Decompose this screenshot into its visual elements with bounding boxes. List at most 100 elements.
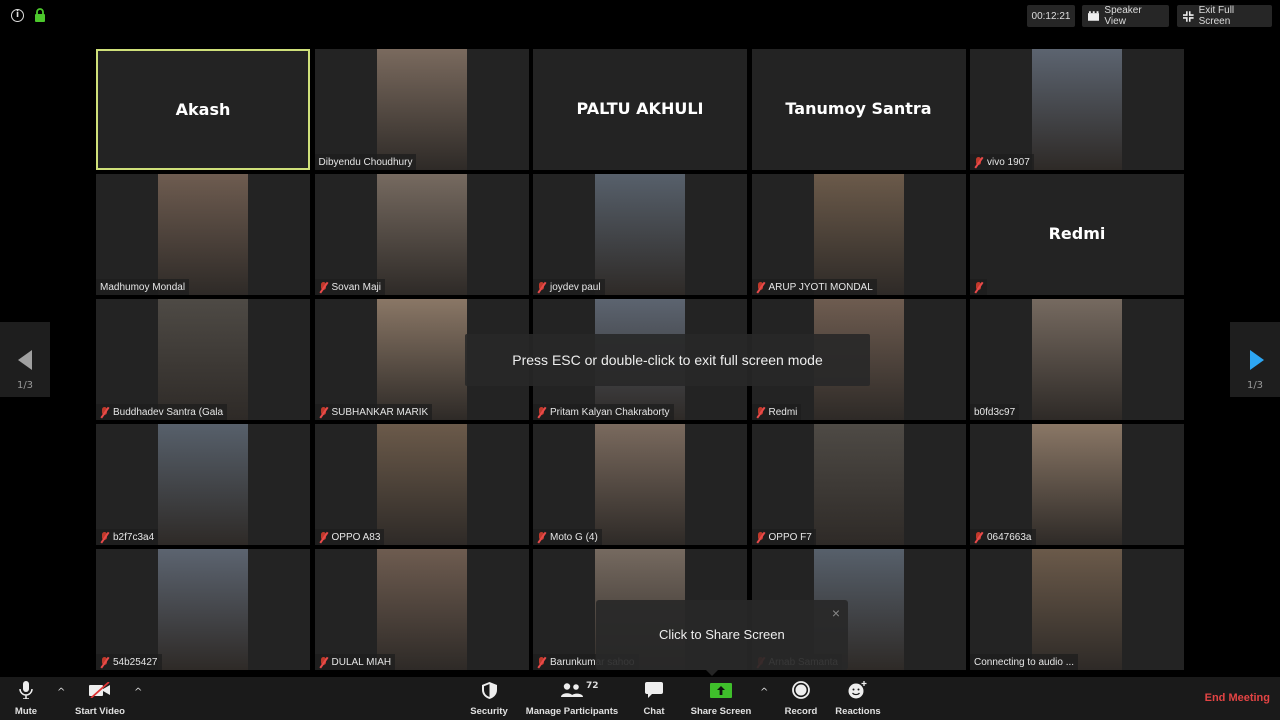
participant-tile[interactable]: ARUP JYOTI MONDAL — [751, 174, 966, 295]
muted-microphone-icon — [537, 406, 546, 418]
participant-tile[interactable]: DULAL MIAH — [314, 549, 529, 670]
participant-video — [1032, 299, 1122, 420]
top-bar: i 00:12:21 Speaker View Exit Full Screen — [0, 0, 1280, 34]
participant-name-placeholder: Tanumoy Santra — [785, 99, 932, 118]
participant-tile[interactable]: 0647663a — [970, 424, 1184, 545]
participant-name-label: Pritam Kalyan Chakraborty — [533, 404, 674, 420]
video-options-caret[interactable]: ^ — [134, 687, 142, 698]
security-label: Security — [470, 706, 508, 717]
participant-tile[interactable]: OPPO A83 — [314, 424, 529, 545]
muted-microphone-icon — [537, 281, 546, 293]
meeting-toolbar: Mute ^ Start Video ^ Security Manage Par… — [0, 677, 1280, 720]
participant-tile[interactable]: Moto G (4) — [533, 424, 747, 545]
participant-video — [158, 174, 248, 295]
record-label: Record — [784, 706, 818, 717]
fullscreen-hint-text: Press ESC or double-click to exit full s… — [512, 352, 823, 368]
info-icon[interactable]: i — [11, 9, 24, 22]
muted-microphone-icon — [319, 531, 328, 543]
participant-tile[interactable]: b2f7c3a4 — [96, 424, 310, 545]
chat-button[interactable]: Chat — [638, 677, 670, 720]
participant-tile[interactable]: joydev paul — [533, 174, 747, 295]
muted-microphone-icon — [756, 531, 765, 543]
share-screen-button[interactable]: Share Screen — [690, 677, 752, 720]
participant-video — [595, 424, 685, 545]
participant-name-label: OPPO A83 — [314, 529, 385, 545]
participant-tile[interactable]: Connecting to audio ... — [970, 549, 1184, 670]
participant-video — [376, 549, 467, 670]
lock-icon[interactable] — [34, 8, 46, 22]
speaker-view-icon — [1088, 11, 1100, 21]
fullscreen-hint-toast: Press ESC or double-click to exit full s… — [465, 334, 870, 386]
participant-tile[interactable]: 54b25427 — [96, 549, 310, 670]
share-screen-tooltip[interactable]: Click to Share Screen × — [596, 600, 848, 676]
chat-icon — [645, 682, 663, 698]
participant-video — [158, 424, 248, 545]
participant-tile[interactable]: Tanumoy Santra — [751, 49, 966, 170]
participant-name: vivo 1907 — [987, 156, 1030, 168]
participant-name: Redmi — [768, 406, 798, 418]
reactions-button[interactable]: Reactions — [834, 677, 882, 720]
muted-microphone-icon — [974, 531, 983, 543]
participant-name-label: b2f7c3a4 — [96, 529, 159, 545]
reactions-label: Reactions — [835, 706, 881, 717]
participant-name: Pritam Kalyan Chakraborty — [550, 406, 670, 418]
participant-video — [158, 549, 248, 670]
participant-name-label: vivo 1907 — [970, 154, 1034, 170]
manage-participants-button[interactable]: Manage Participants — [524, 677, 620, 720]
next-page-button[interactable]: 1/3 — [1230, 322, 1280, 397]
participant-name: OPPO F7 — [768, 531, 812, 543]
participant-name: Sovan Maji — [331, 281, 381, 293]
muted-microphone-icon — [756, 281, 765, 293]
participant-video — [376, 424, 467, 545]
participant-name-label: joydev paul — [533, 279, 605, 295]
participant-name-placeholder: Akash — [175, 100, 231, 119]
participant-name-label: Madhumoy Mondal — [96, 279, 190, 295]
page-indicator: 1/3 — [1246, 380, 1264, 391]
start-video-label: Start Video — [75, 706, 125, 717]
reactions-icon — [848, 681, 867, 699]
speaker-view-button[interactable]: Speaker View — [1082, 5, 1169, 27]
muted-microphone-icon — [537, 656, 546, 668]
start-video-button[interactable]: Start Video — [70, 677, 130, 720]
participant-tile[interactable]: b0fd3c97 — [970, 299, 1184, 420]
participant-tile[interactable]: Sovan Maji — [314, 174, 529, 295]
arrow-right-icon — [1250, 350, 1264, 370]
participant-name-label: Moto G (4) — [533, 529, 602, 545]
muted-microphone-icon — [974, 281, 983, 293]
muted-microphone-icon — [974, 156, 983, 168]
end-meeting-button[interactable]: End Meeting — [1205, 692, 1270, 704]
close-icon[interactable]: × — [832, 605, 840, 621]
speaker-view-label: Speaker View — [1104, 5, 1142, 27]
audio-options-caret[interactable]: ^ — [57, 687, 65, 698]
participant-name: ARUP JYOTI MONDAL — [768, 281, 873, 293]
share-tooltip-text: Click to Share Screen — [659, 627, 785, 642]
share-options-caret[interactable]: ^ — [760, 687, 768, 698]
participant-tile[interactable]: OPPO F7 — [751, 424, 966, 545]
participant-tile[interactable]: Madhumoy Mondal — [96, 174, 310, 295]
participant-name-label: SUBHANKAR MARIK — [314, 404, 433, 420]
share-screen-label: Share Screen — [690, 706, 752, 717]
participant-tile[interactable]: Buddhadev Santra (Gala — [96, 299, 310, 420]
participant-name: OPPO A83 — [331, 531, 381, 543]
page-indicator: 1/3 — [16, 380, 34, 391]
participant-tile[interactable]: vivo 1907 — [970, 49, 1184, 170]
security-button[interactable]: Security — [468, 677, 510, 720]
mute-button[interactable]: Mute — [6, 677, 46, 720]
participant-tile[interactable]: Redmi — [970, 174, 1184, 295]
participant-name: Moto G (4) — [550, 531, 598, 543]
participant-name-label — [970, 279, 987, 295]
participant-name-label: Sovan Maji — [314, 279, 385, 295]
exit-full-screen-label: Exit Full Screen — [1198, 5, 1235, 27]
muted-microphone-icon — [319, 406, 328, 418]
participant-name: Madhumoy Mondal — [100, 281, 186, 293]
participants-icon — [561, 683, 583, 697]
muted-microphone-icon — [319, 281, 328, 293]
previous-page-button[interactable]: 1/3 — [0, 322, 50, 397]
participant-name-label: 54b25427 — [96, 654, 162, 670]
participant-tile[interactable]: PALTU AKHULI — [533, 49, 747, 170]
record-button[interactable]: Record — [784, 677, 818, 720]
record-icon — [792, 681, 810, 699]
exit-full-screen-button[interactable]: Exit Full Screen — [1177, 5, 1272, 27]
participant-tile[interactable]: Dibyendu Choudhury — [314, 49, 529, 170]
participant-tile[interactable]: Akash — [96, 49, 310, 170]
